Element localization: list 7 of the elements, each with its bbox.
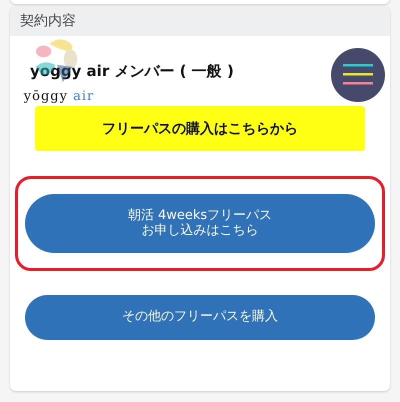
purchase-button[interactable]: 朝活 4weeksフリーパス お申し込みはこちら: [25, 194, 375, 253]
logo-text: yōggy air: [24, 89, 94, 104]
purchase-button[interactable]: その他のフリーパスを購入: [25, 295, 375, 340]
menu-icon: [343, 64, 373, 86]
section-title: 契約内容: [20, 12, 76, 30]
membership-label: yoggy air メンバー ( 一般 ): [30, 62, 234, 80]
purchase-button[interactable]: フリーパスの購入はこちらから: [35, 106, 365, 151]
